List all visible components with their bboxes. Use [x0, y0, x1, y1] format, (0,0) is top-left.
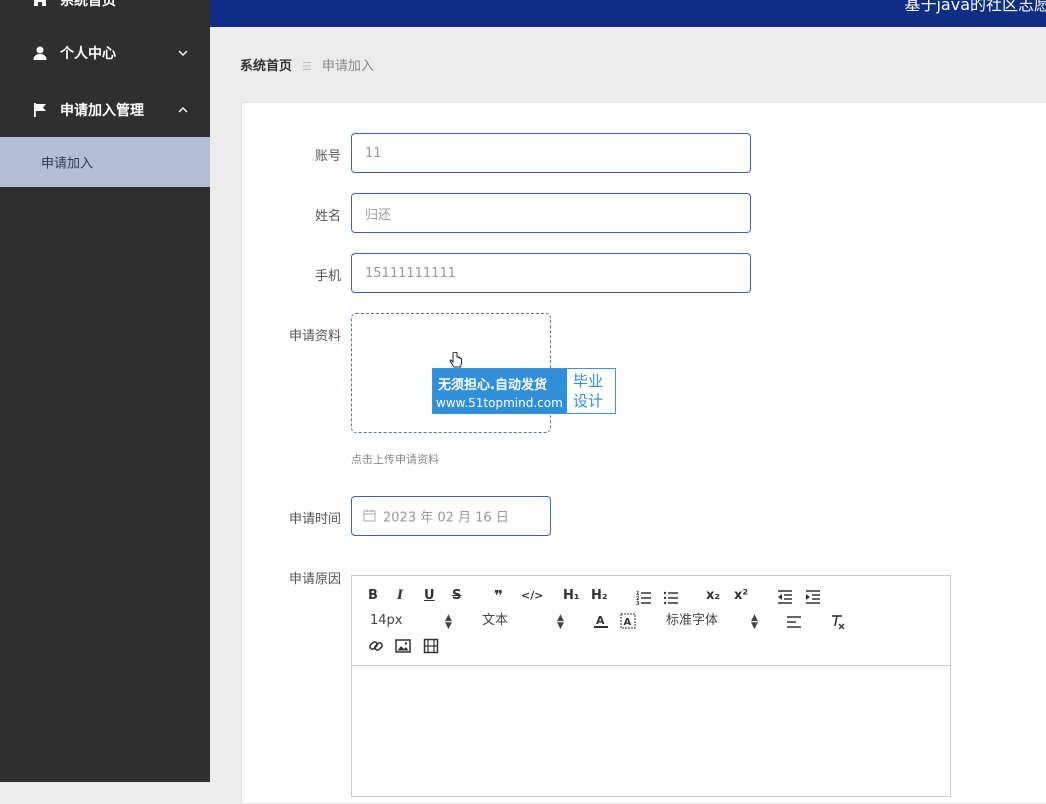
text-type-value: 文本: [482, 613, 509, 628]
time-label: 申请时间: [288, 512, 341, 527]
account-label: 账号: [314, 149, 341, 164]
date-value: 2023 年 02 月 16 日: [383, 510, 509, 526]
align-icon[interactable]: [786, 613, 802, 631]
breadcrumb-current: 申请加入: [321, 59, 374, 74]
material-label: 申请资料: [288, 329, 341, 344]
phone-label: 手机: [314, 269, 341, 284]
h1-button[interactable]: H₁: [563, 587, 580, 605]
svg-text:A: A: [596, 614, 605, 627]
account-input[interactable]: [351, 133, 751, 173]
image-icon[interactable]: [395, 637, 411, 655]
h2-button[interactable]: H₂: [591, 587, 608, 605]
background-color-icon[interactable]: A: [620, 612, 636, 630]
sidebar: 系统首页 个人中心 申请加入管理 申请加入: [0, 0, 210, 782]
sidebar-subitem-apply[interactable]: 申请加入: [0, 137, 210, 187]
text-type-select[interactable]: 文本 ▲ ▼: [482, 612, 568, 631]
svg-text:A: A: [624, 617, 632, 628]
bold-button[interactable]: B: [368, 587, 378, 605]
indent-icon[interactable]: [805, 588, 821, 606]
sidebar-item-apply-management[interactable]: 申请加入管理: [0, 82, 210, 138]
rich-text-editor: B I U S ❞ </> H₁ H₂ 123 x₂ x² 14px ▲ ▼ 文本…: [351, 575, 951, 797]
subscript-button[interactable]: x₂: [706, 587, 720, 605]
italic-button[interactable]: I: [397, 587, 403, 605]
font-family-select[interactable]: 标准字体 ▲ ▼: [666, 612, 762, 631]
select-arrows-icon: ▲ ▼: [751, 613, 758, 631]
breadcrumb-separator-icon: ☰: [302, 60, 312, 73]
name-input[interactable]: [351, 193, 751, 233]
upload-tip: 点击上传申请资料: [351, 453, 439, 466]
font-size-select[interactable]: 14px ▲ ▼: [370, 612, 456, 631]
clear-format-icon[interactable]: [830, 613, 846, 631]
watermark-line2: www.51topmind.com: [436, 396, 563, 410]
font-size-value: 14px: [370, 613, 403, 628]
sidebar-subitem-label: 申请加入: [41, 156, 94, 172]
phone-input[interactable]: [351, 253, 751, 293]
chevron-up-icon: [178, 107, 188, 113]
quote-icon[interactable]: ❞: [494, 587, 503, 605]
watermark-badge: 无须担心.自动发货 www.51topmind.com 毕业设计: [432, 368, 616, 414]
app-title: 基于java的社区志愿者: [904, 0, 1046, 14]
superscript-button[interactable]: x²: [734, 587, 748, 605]
editor-toolbar: B I U S ❞ </> H₁ H₂ 123 x₂ x² 14px ▲ ▼ 文本…: [352, 576, 950, 666]
breadcrumb-home[interactable]: 系统首页: [240, 59, 292, 74]
editor-content[interactable]: [352, 666, 950, 796]
sidebar-item-label: 申请加入管理: [60, 103, 144, 119]
video-icon[interactable]: [423, 637, 439, 655]
chevron-down-icon: [178, 50, 188, 56]
watermark-line1: 无须担心.自动发货: [438, 378, 547, 393]
sidebar-item-profile[interactable]: 个人中心: [0, 25, 210, 81]
sidebar-item-label: 系统首页: [60, 0, 116, 9]
select-arrows-icon: ▲ ▼: [557, 613, 564, 631]
top-header: 基于java的社区志愿者: [210, 0, 1046, 27]
calendar-icon: [363, 509, 376, 522]
svg-text:3: 3: [636, 601, 640, 606]
user-icon: [33, 46, 47, 60]
watermark-right: 毕业设计: [573, 372, 604, 410]
flag-icon: [34, 103, 46, 117]
home-icon: [34, 0, 46, 6]
breadcrumb: 系统首页 ☰ 申请加入: [240, 55, 374, 74]
font-color-icon[interactable]: A: [593, 612, 609, 630]
underline-button[interactable]: U: [424, 587, 435, 605]
font-family-value: 标准字体: [666, 613, 719, 628]
select-arrows-icon: ▲ ▼: [445, 613, 452, 631]
watermark-left: 无须担心.自动发货 www.51topmind.com: [433, 369, 567, 413]
reason-label: 申请原因: [288, 572, 341, 587]
outdent-icon[interactable]: [777, 588, 793, 606]
date-picker[interactable]: 2023 年 02 月 16 日: [351, 496, 551, 536]
bullet-list-icon[interactable]: [663, 588, 679, 606]
sidebar-item-home[interactable]: 系统首页: [0, 0, 210, 28]
name-label: 姓名: [314, 209, 341, 224]
strike-button[interactable]: S: [452, 587, 461, 605]
link-icon[interactable]: [368, 637, 384, 655]
sidebar-item-label: 个人中心: [60, 46, 116, 62]
code-icon[interactable]: </>: [521, 587, 543, 605]
ordered-list-icon[interactable]: 123: [636, 588, 652, 606]
